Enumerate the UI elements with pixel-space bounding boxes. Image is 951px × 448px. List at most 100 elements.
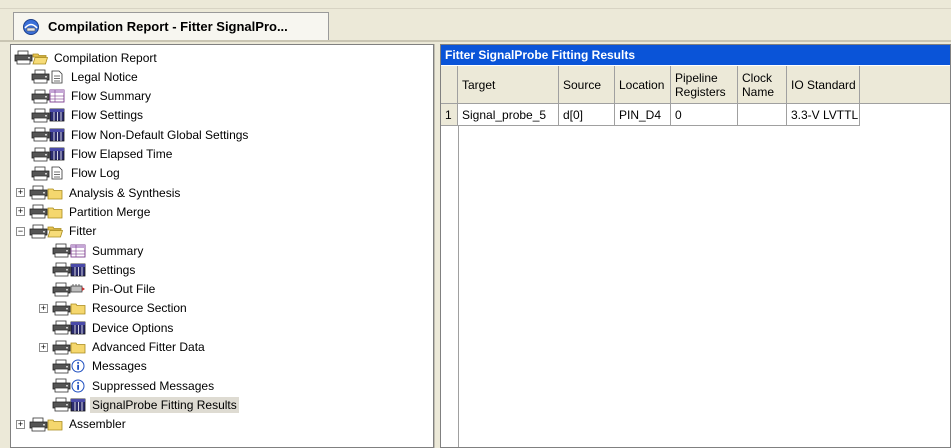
folder-open-icon (32, 51, 49, 65)
expand-icon[interactable]: + (16, 188, 25, 198)
tree-item[interactable]: Flow Log (31, 164, 122, 183)
expand-icon[interactable]: + (16, 207, 25, 217)
folder-icon (47, 186, 63, 200)
pinout-file-icon (70, 282, 86, 296)
tree-item[interactable]: + Assembler (16, 415, 128, 434)
tree-item-icons (31, 89, 65, 104)
folder-icon (70, 301, 86, 315)
printer-icon (29, 204, 49, 219)
tree-item[interactable]: Messages (52, 357, 149, 376)
printer-icon (29, 185, 49, 200)
document-icon (49, 70, 65, 84)
report-tree-pane[interactable]: Compilation Report Legal Notice Flow Summa… (10, 44, 434, 448)
tree-item-icons (52, 340, 86, 355)
tree-item[interactable]: Settings (52, 260, 137, 279)
tree-item-label: SignalProbe Fitting Results (90, 396, 239, 413)
folder-open-icon (47, 224, 64, 238)
printer-icon (31, 108, 51, 123)
tab-bar-underline (0, 40, 951, 42)
tree-item-icons (52, 378, 86, 393)
tree-item-label: Flow Elapsed Time (71, 147, 173, 161)
tree-item-label: Advanced Fitter Data (92, 340, 205, 354)
folder-icon (47, 417, 63, 431)
tree-item-icons (52, 301, 86, 316)
summary-table-icon (49, 89, 65, 103)
printer-icon (31, 89, 51, 104)
tree-item-label: Device Options (92, 320, 174, 335)
tree-item[interactable]: Compilation Report (14, 48, 159, 67)
report-tab-bar: Compilation Report - Fitter SignalPro... (0, 0, 951, 44)
tree-item-label: Partition Merge (69, 204, 151, 219)
table-icon (49, 128, 65, 142)
tree-item-icons (29, 417, 63, 432)
expand-icon[interactable]: + (39, 303, 48, 313)
tree-item[interactable]: Suppressed Messages (52, 376, 216, 395)
folder-icon (70, 340, 86, 354)
document-icon (49, 166, 65, 180)
table-cell[interactable]: PIN_D4 (615, 104, 671, 126)
tab-compilation-report[interactable]: Compilation Report - Fitter SignalPro... (13, 12, 329, 40)
header-rownum (441, 66, 458, 104)
header-target[interactable]: Target (458, 66, 559, 104)
printer-icon (29, 417, 49, 432)
folder-icon (47, 205, 63, 219)
tree-item[interactable]: + Resource Section (39, 299, 189, 318)
tab-title: Compilation Report - Fitter SignalPro... (48, 19, 288, 34)
info-icon (70, 379, 86, 393)
summary-table-icon (70, 244, 86, 258)
header-pipeline-registers[interactable]: Pipeline Registers (671, 66, 738, 104)
tree-item[interactable]: Flow Elapsed Time (31, 145, 174, 164)
tree-item-icons (52, 262, 86, 277)
tree-item[interactable]: + Analysis & Synthesis (16, 183, 182, 202)
tree-item-label: Summary (92, 243, 144, 258)
info-icon (70, 359, 86, 373)
tree-item-label: Flow Log (71, 166, 120, 181)
grid-divider (458, 126, 459, 447)
printer-icon (31, 166, 51, 181)
table-cell[interactable]: 3.3-V LVTTL (787, 104, 860, 126)
collapse-icon[interactable]: − (16, 226, 25, 236)
printer-icon (31, 69, 51, 84)
header-clock-name[interactable]: Clock Name (738, 66, 787, 104)
printer-icon (52, 340, 72, 355)
printer-icon (52, 378, 72, 393)
tree-item[interactable]: Flow Summary (31, 87, 153, 106)
table-cell[interactable] (738, 104, 787, 126)
tree-item-icons (31, 69, 65, 84)
tree-item-icons (29, 204, 63, 219)
table-cell[interactable]: 0 (671, 104, 738, 126)
tree-item-icons (31, 108, 65, 123)
tree-item[interactable]: Pin-Out File (52, 280, 157, 299)
tree-item[interactable]: Flow Settings (31, 106, 145, 125)
header-source[interactable]: Source (559, 66, 615, 104)
tree-item-icons (31, 127, 65, 142)
tree-item-icons (31, 147, 65, 162)
header-location[interactable]: Location (615, 66, 671, 104)
printer-icon (29, 224, 49, 239)
table-icon (49, 147, 65, 161)
printer-icon (52, 359, 72, 374)
tree-item[interactable]: + Partition Merge (16, 202, 152, 221)
expand-icon[interactable]: + (16, 419, 25, 429)
row-number: 1 (441, 104, 458, 126)
tree-item[interactable]: Device Options (52, 318, 175, 337)
tree-item[interactable]: Summary (52, 241, 145, 260)
tree-item[interactable]: + Advanced Fitter Data (39, 338, 207, 357)
tree-item-icons (31, 166, 65, 181)
table-cell[interactable]: Signal_probe_5 (458, 104, 559, 126)
table-icon (70, 398, 86, 412)
printer-icon (52, 301, 72, 316)
tree-item[interactable]: SignalProbe Fitting Results (52, 395, 239, 414)
tree-item[interactable]: Flow Non-Default Global Settings (31, 125, 250, 144)
expand-icon[interactable]: + (39, 342, 48, 352)
tree-item-label: Fitter (69, 224, 97, 239)
header-io-standard[interactable]: IO Standard (787, 66, 860, 104)
tree-item[interactable]: Legal Notice (31, 67, 140, 86)
tree-item[interactable]: − Fitter (16, 222, 98, 241)
tab-bar-top-line (0, 8, 951, 9)
report-tab-icon (22, 18, 40, 36)
tree-item-label: Messages (92, 359, 147, 374)
table-cell[interactable]: d[0] (559, 104, 615, 126)
tree-item-icons (52, 243, 86, 258)
tree-item-label: Resource Section (92, 301, 187, 316)
